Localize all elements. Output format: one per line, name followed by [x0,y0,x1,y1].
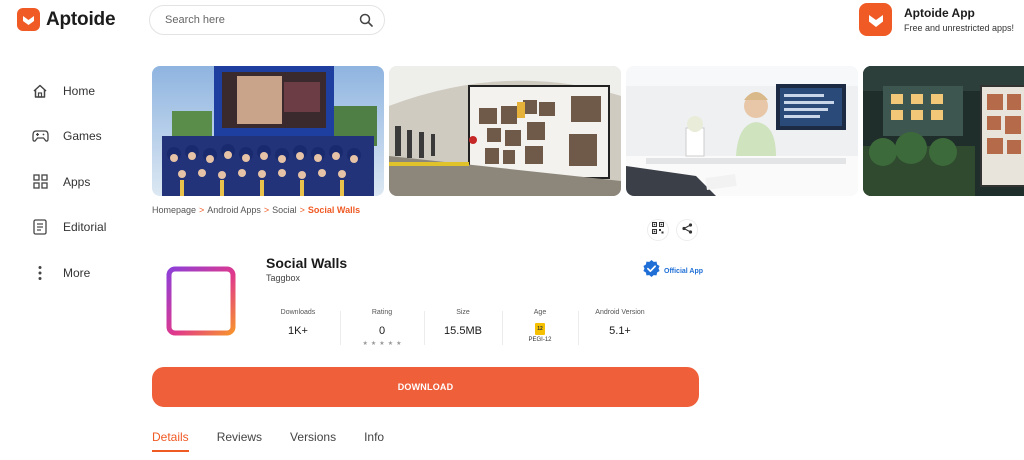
sidebar-item-more[interactable]: More [0,250,140,296]
verified-badge-icon [642,259,661,283]
search-icon[interactable] [358,12,374,28]
breadcrumb-current: Social Walls [307,205,361,215]
star-icon: ★ [387,341,394,347]
tab-reviews[interactable]: Reviews [217,430,262,452]
detail-tabs: Details Reviews Versions Info [152,430,412,452]
stat-value: 15.5MB [444,325,482,337]
screenshot-carousel[interactable] [152,66,1024,196]
breadcrumb-separator: > [199,205,205,215]
screenshot-1[interactable] [152,66,384,196]
sidebar-item-home[interactable]: Home [0,68,140,114]
download-label: DOWNLOAD [397,382,454,392]
qr-code-button[interactable] [647,219,669,241]
app-developer[interactable]: Taggbox [266,273,300,283]
official-app-badge: Official App [642,259,703,283]
aptoide-logo[interactable]: Aptoide [17,8,116,31]
breadcrumb-android-apps[interactable]: Android Apps [207,205,261,215]
qr-code-icon [652,221,664,239]
app-name: Social Walls [266,255,348,271]
document-icon [31,218,49,236]
sidebar-item-label: Apps [63,174,91,189]
promo-title: Aptoide App [904,6,975,20]
breadcrumb-separator: > [299,205,305,215]
breadcrumb-social[interactable]: Social [272,205,297,215]
grid-icon [31,173,49,191]
star-icon: ★ [379,341,385,347]
pegi-12-icon: 12 [535,323,545,335]
pegi-badge-number: 12 [537,326,543,332]
stat-label: Rating [371,309,393,316]
screenshot-4[interactable] [863,66,1024,196]
aptoide-app-promo[interactable]: Aptoide App Free and unrestricted apps! [859,3,1014,36]
sidebar-item-label: Games [63,129,102,144]
share-button[interactable] [676,219,698,241]
tab-versions[interactable]: Versions [290,430,336,452]
sidebar-item-apps[interactable]: Apps [0,159,140,205]
sidebar-item-games[interactable]: Games [0,114,140,160]
stat-value: PEGI-12 [528,337,552,343]
stat-size: Size 15.5MB [424,309,502,355]
stat-label: Size [456,309,470,316]
stat-android-version: Android Version 5.1+ [578,309,662,355]
breadcrumb-homepage[interactable]: Homepage [152,205,196,215]
aptoide-app-icon [859,3,892,36]
tab-details[interactable]: Details [152,430,189,452]
stat-age: Age 12 PEGI-12 [502,309,578,355]
home-icon [31,82,49,100]
aptoide-logo-icon [17,8,40,31]
app-stats: Downloads 1K+ Rating 0 ★ ★ ★ ★ ★ Size 15… [256,309,662,355]
star-icon: ★ [396,341,402,347]
search-input[interactable] [165,14,358,26]
star-rating: ★ ★ ★ ★ ★ [363,340,402,347]
share-icon [681,221,693,239]
star-icon: ★ [362,341,368,347]
download-button[interactable]: DOWNLOAD [152,367,699,407]
stat-label: Android Version [595,309,645,316]
sidebar-item-label: More [63,265,91,280]
search-bar[interactable] [149,5,385,35]
official-app-label: Official App [664,267,704,275]
sidebar: Home Games Apps Editorial More [0,68,140,296]
stat-value: 1K+ [288,325,308,337]
app-icon [166,266,236,336]
breadcrumb-separator: > [263,205,270,215]
screenshot-2[interactable] [389,66,621,196]
screenshot-3[interactable] [626,66,858,196]
sidebar-item-label: Home [63,83,96,98]
stat-downloads: Downloads 1K+ [256,309,340,355]
logo-text: Aptoide [46,8,116,30]
stat-value: 5.1+ [609,325,631,337]
promo-subtitle: Free and unrestricted apps! [904,23,1015,33]
sidebar-item-editorial[interactable]: Editorial [0,205,140,251]
stat-rating: Rating 0 ★ ★ ★ ★ ★ [340,309,424,355]
more-vertical-icon [31,264,49,282]
gamepad-icon [31,127,49,145]
stat-label: Downloads [280,309,316,316]
sidebar-item-label: Editorial [63,220,107,235]
star-icon: ★ [370,341,377,347]
tab-info[interactable]: Info [364,430,384,452]
stat-label: Age [533,309,547,316]
stat-value: 0 [378,325,386,337]
breadcrumb: Homepage > Android Apps > Social > Socia… [152,205,360,215]
